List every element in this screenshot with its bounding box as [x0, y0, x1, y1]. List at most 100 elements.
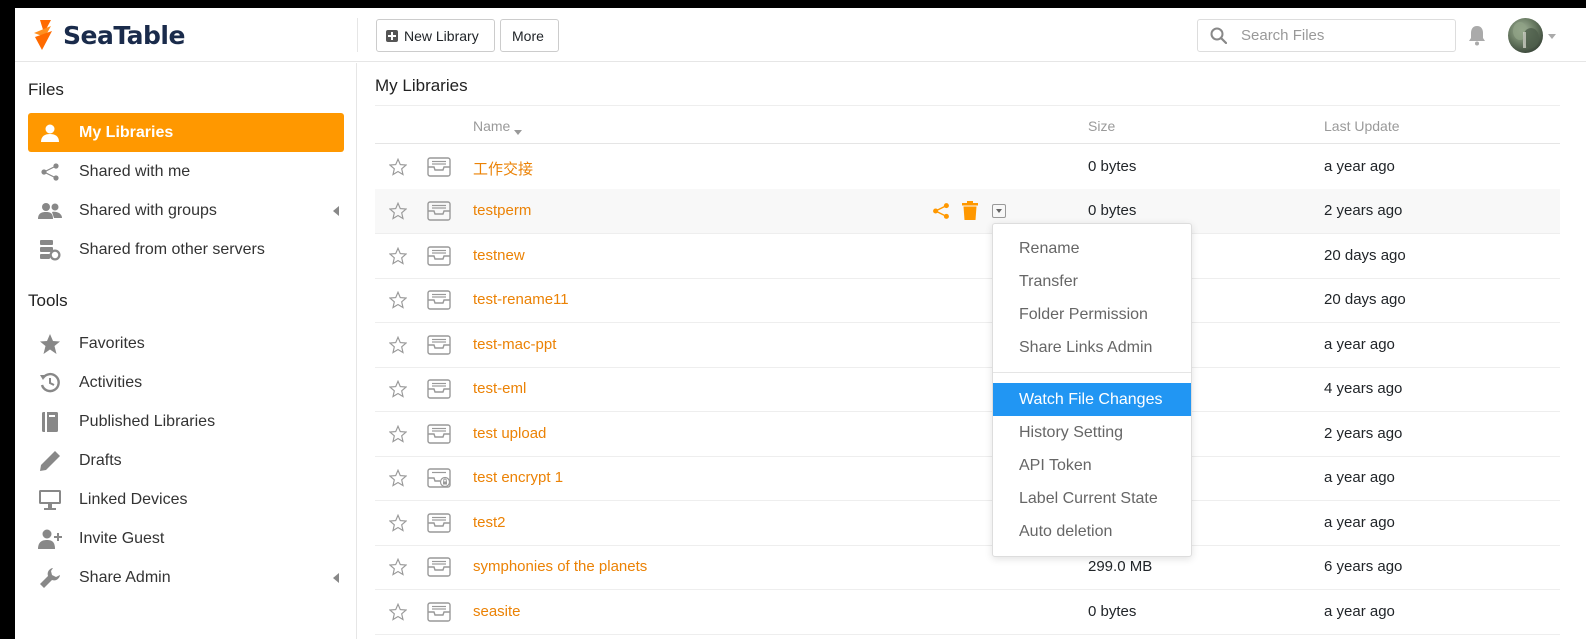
sidebar-item-my-libraries[interactable]: My Libraries — [28, 113, 344, 152]
sidebar-item-label: Shared with me — [79, 162, 191, 180]
search-box[interactable] — [1197, 19, 1456, 52]
sidebar-item-label: Shared with groups — [79, 201, 217, 219]
menu-item-api-token[interactable]: API Token — [993, 449, 1191, 482]
table-row[interactable]: 工作交接 0 bytes a year ago — [375, 145, 1560, 190]
table-row[interactable]: testperm 0 bytes 2 years ago — [375, 189, 1560, 234]
share-icon[interactable] — [932, 202, 950, 220]
library-size: 0 bytes — [1088, 603, 1137, 620]
table-row[interactable]: test-rename11 20 days ago — [375, 278, 1560, 323]
more-operations-dropdown-toggle[interactable] — [992, 203, 1006, 218]
library-name-link[interactable]: test2 — [473, 514, 506, 531]
sidebar-item-drafts[interactable]: Drafts — [28, 441, 344, 480]
library-size: 0 bytes — [1088, 158, 1137, 175]
table-row[interactable]: symphonies of the planets 299.0 MB 6 yea… — [375, 545, 1560, 590]
bell-icon[interactable] — [1467, 24, 1487, 51]
star-outline-icon[interactable] — [388, 157, 408, 180]
menu-item-auto-deletion[interactable]: Auto deletion — [993, 515, 1191, 548]
share-icon — [38, 160, 62, 184]
library-name-link[interactable]: testperm — [473, 202, 531, 219]
table-row[interactable]: test encrypt 1 a year ago — [375, 456, 1560, 501]
table-row[interactable]: test upload 2 years ago — [375, 412, 1560, 457]
table-row[interactable]: testnew 20 days ago — [375, 234, 1560, 279]
sidebar-item-shared-with-me[interactable]: Shared with me — [28, 152, 344, 191]
table-row[interactable]: seasite 0 bytes a year ago — [375, 590, 1560, 635]
pencil-icon — [38, 449, 62, 473]
monitor-icon — [38, 488, 62, 512]
menu-item-watch-file-changes[interactable]: Watch File Changes — [993, 383, 1191, 416]
library-name-link[interactable]: test encrypt 1 — [473, 469, 563, 486]
sidebar-item-shared-from-other-servers[interactable]: Shared from other servers — [28, 230, 344, 269]
star-outline-icon[interactable] — [388, 335, 408, 358]
library-name-link[interactable]: testnew — [473, 247, 525, 264]
library-icon — [427, 290, 451, 314]
menu-item-history-setting[interactable]: History Setting — [993, 416, 1191, 449]
library-name-link[interactable]: symphonies of the planets — [473, 558, 647, 575]
star-outline-icon[interactable] — [388, 246, 408, 269]
menu-item-label-current-state[interactable]: Label Current State — [993, 482, 1191, 515]
star-outline-icon[interactable] — [388, 513, 408, 536]
library-icon — [427, 335, 451, 359]
tools-heading: Tools — [28, 291, 68, 310]
sidebar-item-share-admin[interactable]: Share Admin — [28, 558, 344, 597]
library-last-update: 2 years ago — [1324, 202, 1403, 219]
seatable-logo[interactable]: SeaTable — [31, 18, 185, 52]
library-name-link[interactable]: 工作交接 — [473, 158, 533, 179]
menu-item-rename[interactable]: Rename — [993, 232, 1191, 265]
menu-item-transfer[interactable]: Transfer — [993, 265, 1191, 298]
sidebar-item-label: Invite Guest — [79, 529, 165, 547]
sidebar-item-favorites[interactable]: Favorites — [28, 324, 344, 363]
library-name-link[interactable]: seasite — [473, 603, 521, 620]
star-outline-icon[interactable] — [388, 602, 408, 625]
star-outline-icon[interactable] — [388, 201, 408, 224]
sidebar-item-invite-guest[interactable]: Invite Guest — [28, 519, 344, 558]
library-last-update: a year ago — [1324, 336, 1395, 353]
library-icon — [427, 424, 451, 448]
menu-item-share-links-admin[interactable]: Share Links Admin — [993, 331, 1191, 364]
menu-item-folder-permission[interactable]: Folder Permission — [993, 298, 1191, 331]
library-name-link[interactable]: test-rename11 — [473, 291, 569, 308]
sidebar-item-label: Linked Devices — [79, 490, 188, 508]
brand-name: SeaTable — [63, 20, 185, 50]
library-icon — [427, 602, 451, 626]
server-share-icon — [38, 238, 62, 262]
star-outline-icon[interactable] — [388, 379, 408, 402]
more-button[interactable]: More — [500, 19, 559, 52]
top-header: SeaTable New Library More — [15, 8, 1586, 62]
sidebar-item-linked-devices[interactable]: Linked Devices — [28, 480, 344, 519]
library-name-link[interactable]: test-eml — [473, 380, 526, 397]
new-library-button[interactable]: New Library — [376, 19, 495, 52]
star-outline-icon[interactable] — [388, 424, 408, 447]
star-outline-icon[interactable] — [388, 557, 408, 580]
library-last-update: 20 days ago — [1324, 291, 1406, 308]
sidebar-item-label: Favorites — [79, 334, 145, 352]
library-last-update: 2 years ago — [1324, 425, 1403, 442]
library-name-link[interactable]: test-mac-ppt — [473, 336, 556, 353]
sidebar-item-label: Shared from other servers — [79, 240, 265, 258]
avatar-chevron-down-icon[interactable] — [1548, 34, 1556, 39]
menu-divider — [993, 372, 1191, 373]
add-user-icon — [38, 527, 62, 551]
sidebar-item-shared-with-groups[interactable]: Shared with groups — [28, 191, 344, 230]
star-outline-icon[interactable] — [388, 468, 408, 491]
sidebar: Files My Libraries Shared with me Shared… — [15, 63, 357, 639]
table-row[interactable]: test-eml 4 years ago — [375, 367, 1560, 412]
star-outline-icon[interactable] — [388, 290, 408, 313]
files-heading: Files — [28, 80, 64, 99]
trash-icon[interactable] — [962, 201, 978, 220]
sidebar-item-activities[interactable]: Activities — [28, 363, 344, 402]
library-name-link[interactable]: test upload — [473, 425, 546, 442]
table-row[interactable]: test-mac-ppt a year ago — [375, 323, 1560, 368]
logo-icon — [31, 20, 55, 50]
library-icon — [427, 557, 451, 581]
table-row[interactable]: test2 a year ago — [375, 501, 1560, 546]
column-header-name[interactable]: Name — [473, 118, 523, 135]
search-input[interactable] — [1241, 27, 1441, 44]
sidebar-item-published-libraries[interactable]: Published Libraries — [28, 402, 344, 441]
library-size: 0 bytes — [1088, 202, 1137, 219]
caret-left-icon[interactable] — [333, 573, 339, 583]
user-avatar[interactable] — [1508, 18, 1543, 53]
header-divider — [357, 18, 358, 52]
caret-left-icon[interactable] — [333, 206, 339, 216]
library-last-update: a year ago — [1324, 514, 1395, 531]
library-icon — [427, 246, 451, 270]
